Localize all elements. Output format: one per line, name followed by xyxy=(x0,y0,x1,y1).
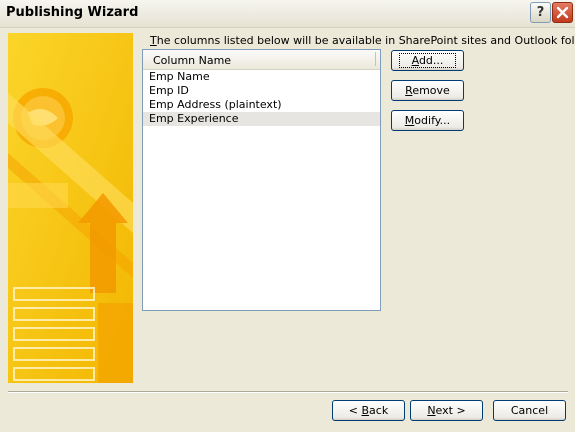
list-item[interactable]: Emp ID xyxy=(143,84,380,98)
cancel-button-label: Cancel xyxy=(510,404,549,417)
intro-rest: he columns listed below will be availabl… xyxy=(156,34,575,47)
next-button-label: Next > xyxy=(427,404,466,417)
list-item[interactable]: Emp Name xyxy=(143,70,380,84)
list-item-selected[interactable]: Emp Experience xyxy=(143,112,380,126)
intro-mnemonic: T xyxy=(150,34,157,47)
title-bar: Publishing Wizard ? xyxy=(0,0,575,28)
help-icon: ? xyxy=(536,5,545,20)
column-name-header-label: Column Name xyxy=(153,54,232,67)
help-button[interactable]: ? xyxy=(530,2,551,23)
close-button[interactable] xyxy=(552,2,573,23)
remove-button[interactable]: Remove xyxy=(391,80,464,101)
column-name-header[interactable]: Column Name xyxy=(143,50,380,70)
add-button[interactable]: Add... xyxy=(391,50,464,71)
cancel-button[interactable]: Cancel xyxy=(493,400,566,421)
add-button-label: Add... xyxy=(398,53,457,68)
next-button[interactable]: Next > xyxy=(410,400,483,421)
remove-button-label: Remove xyxy=(405,84,450,97)
modify-button[interactable]: Modify... xyxy=(391,110,464,131)
intro-text: The columns listed below will be availab… xyxy=(150,34,575,47)
back-button-label: < Back xyxy=(348,404,389,417)
list-item[interactable]: Emp Address (plaintext) xyxy=(143,98,380,112)
footer-divider xyxy=(8,391,568,393)
header-divider[interactable] xyxy=(375,52,376,66)
modify-button-label: Modify... xyxy=(404,114,451,127)
column-list[interactable]: Column Name Emp Name Emp ID Emp Address … xyxy=(142,49,381,311)
wizard-side-art xyxy=(8,33,133,383)
close-icon xyxy=(556,6,569,19)
window-title: Publishing Wizard xyxy=(6,5,139,20)
wizard-banner-image xyxy=(8,33,133,383)
publishing-wizard-window: Publishing Wizard ? The columns listed b… xyxy=(0,0,575,432)
back-button[interactable]: < Back xyxy=(332,400,405,421)
